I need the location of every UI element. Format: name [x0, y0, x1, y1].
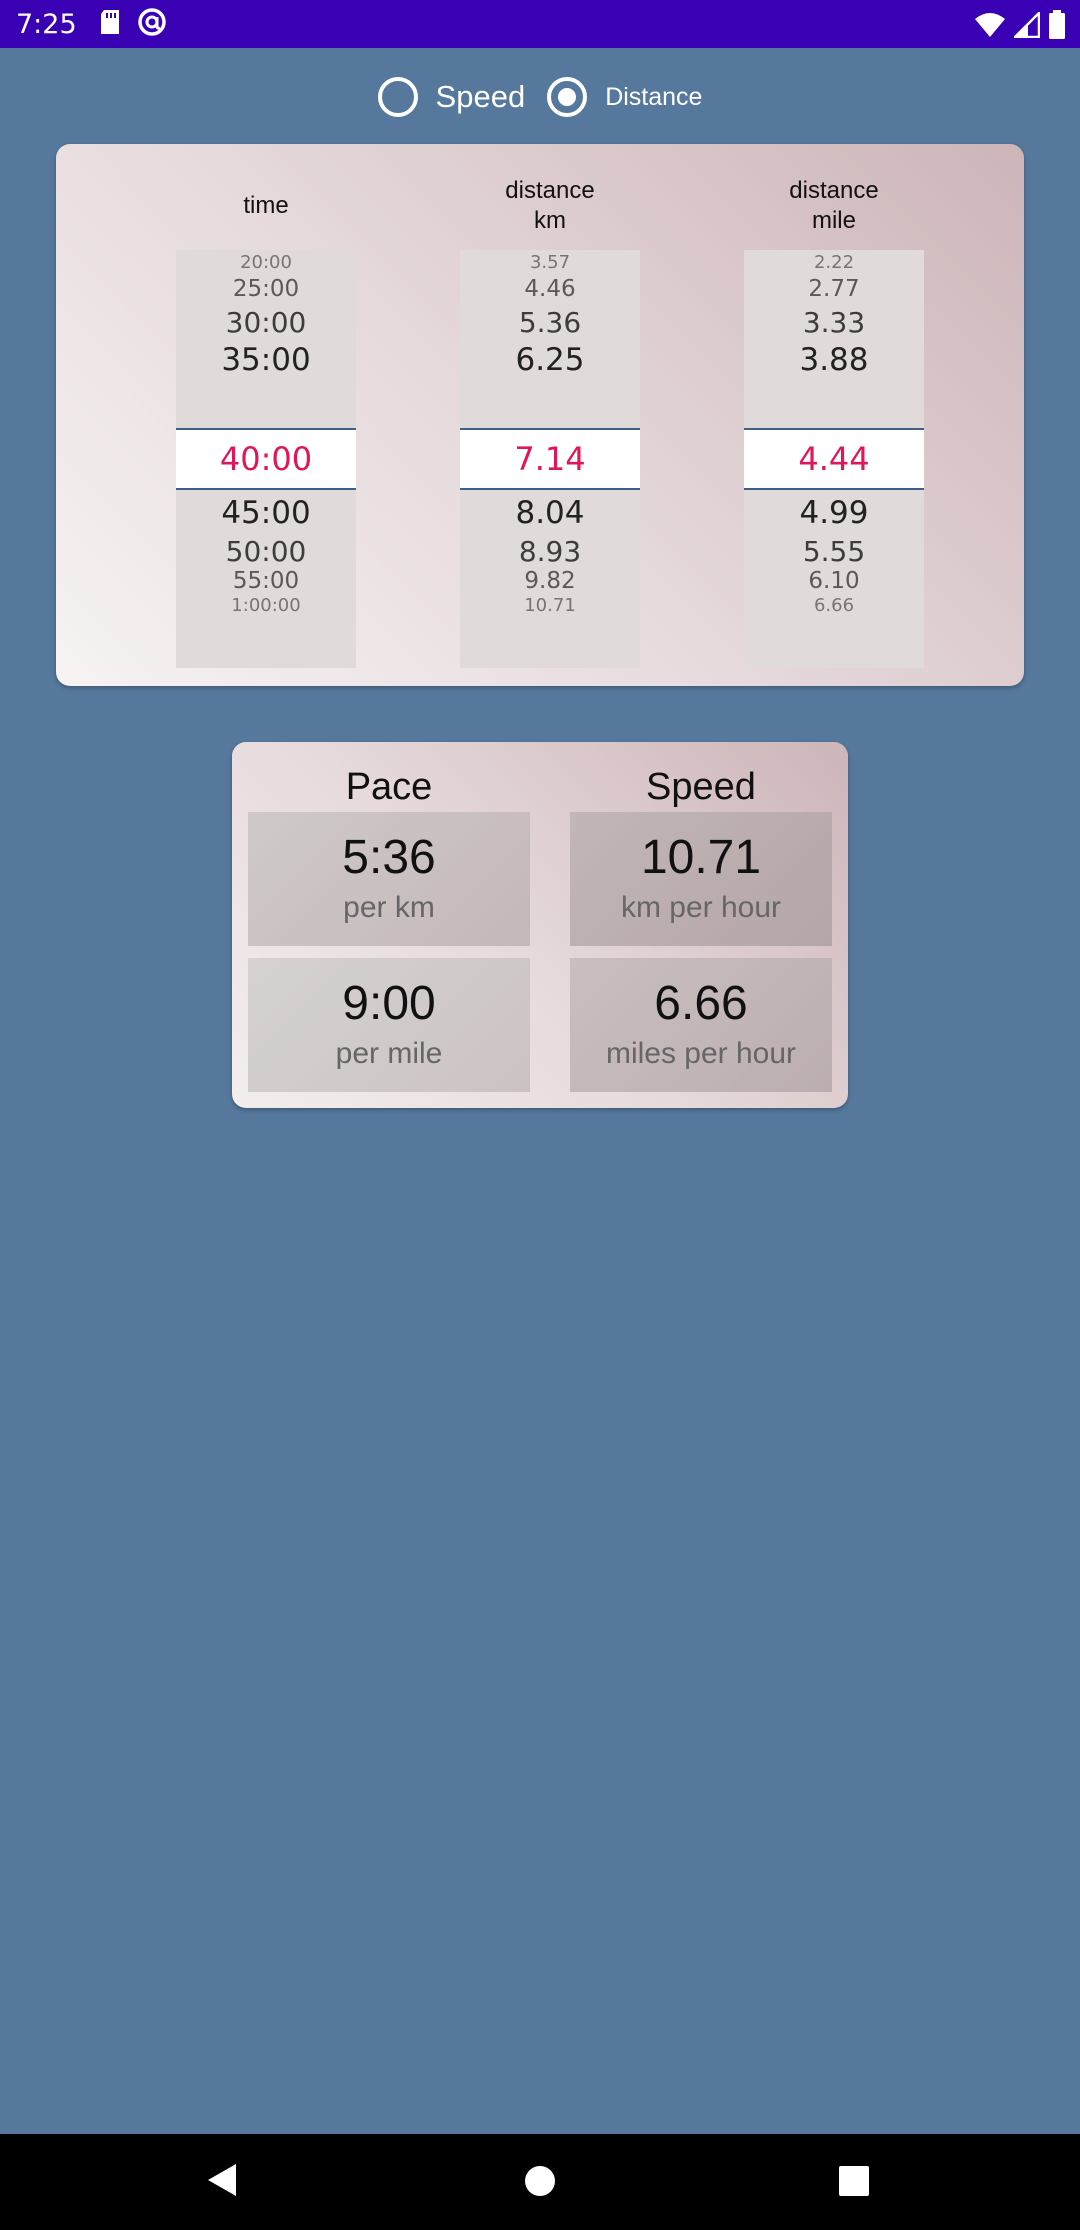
time-picker-wheel[interactable]: 20:00 25:00 30:00 35:00 40:00 45:00 50:00 55:00… [176, 250, 356, 668]
status-bar: 7:25 [0, 0, 1080, 48]
picker-value-below[interactable]: 1:00:00 [176, 595, 356, 616]
speed-km-cell: 10.71 km per hour [570, 812, 832, 946]
signal-icon [1011, 9, 1041, 43]
picker-value-below[interactable]: 5.55 [744, 535, 924, 568]
picker-value-above[interactable]: 6.25 [460, 342, 640, 378]
picker-value-above[interactable]: 3.57 [460, 252, 640, 273]
mile-column-header: distance mile [789, 177, 879, 234]
navigation-bar [0, 2134, 1080, 2230]
results-card: Pace Speed 5:36 per km 10.71 km per hour… [232, 742, 848, 1108]
speed-radio-button[interactable] [377, 77, 418, 117]
home-icon[interactable] [523, 2164, 557, 2203]
picker-value-above[interactable]: 25:00 [176, 276, 356, 302]
picker-value-above[interactable]: 35:00 [176, 342, 356, 378]
picker-value-above[interactable]: 5.36 [460, 306, 640, 339]
speed-mile-unit: miles per hour [605, 1037, 797, 1070]
picker-value-above[interactable]: 3.88 [744, 342, 924, 378]
picker-value-below[interactable]: 50:00 [176, 535, 356, 568]
back-icon[interactable] [206, 2162, 238, 2203]
pace-per-mile-cell: 9:00 per mile [248, 958, 530, 1092]
picker-value-above[interactable]: 4.46 [460, 276, 640, 302]
speed-km-value: 10.71 [640, 831, 762, 884]
km-picker-wheel[interactable]: 3.57 4.46 5.36 6.25 7.14 8.04 8.93 9.82 10.71 [460, 250, 640, 668]
picker-value-below[interactable]: 4.99 [744, 495, 924, 531]
picker-selected-value[interactable]: 4.44 [744, 428, 924, 490]
picker-value-below[interactable]: 55:00 [176, 568, 356, 594]
picker-value-above[interactable]: 3.33 [744, 306, 924, 339]
wifi-icon [974, 12, 1006, 43]
speed-heading: Speed [646, 766, 756, 808]
speed-mile-cell: 6.66 miles per hour [570, 958, 832, 1092]
status-time: 7:25 [16, 8, 77, 40]
picker-value-below[interactable]: 10.71 [460, 595, 640, 616]
picker-value-above[interactable]: 20:00 [176, 252, 356, 273]
picker-value-below[interactable]: 6.10 [744, 568, 924, 594]
at-sign-icon [137, 7, 167, 42]
picker-selected-value[interactable]: 40:00 [176, 428, 356, 490]
pace-heading: Pace [345, 766, 433, 808]
mode-selector: Speed Distance [0, 72, 1080, 122]
picker-value-below[interactable]: 8.93 [460, 535, 640, 568]
pace-per-km-unit: per km [343, 891, 435, 924]
distance-radio-label[interactable]: Distance [605, 83, 702, 112]
speed-radio-option[interactable]: Speed [377, 77, 548, 117]
pace-per-km-value: 5:36 [342, 831, 436, 884]
pace-per-mile-unit: per mile [335, 1037, 443, 1070]
picker-value-below[interactable]: 45:00 [176, 495, 356, 531]
picker-value-below[interactable]: 6.66 [744, 595, 924, 616]
picker-value-above[interactable]: 30:00 [176, 306, 356, 339]
speed-km-unit: km per hour [620, 891, 782, 924]
km-column-header: distance km [505, 177, 595, 234]
mile-picker-wheel[interactable]: 2.22 2.77 3.33 3.88 4.44 4.99 5.55 6.10 6.66 [744, 250, 924, 668]
picker-card: time 20:00 25:00 30:00 35:00 40:00 45:00 50:00… [56, 144, 1024, 686]
picker-selected-value[interactable]: 7.14 [460, 428, 640, 490]
speed-mile-value: 6.66 [654, 977, 748, 1030]
time-column-header: time [243, 192, 289, 219]
picker-value-above[interactable]: 2.77 [744, 276, 924, 302]
recents-icon[interactable] [838, 2165, 870, 2202]
sd-card-icon [99, 9, 121, 40]
picker-value-below[interactable]: 8.04 [460, 495, 640, 531]
distance-radio-option[interactable]: Distance [547, 77, 702, 117]
pace-per-mile-value: 9:00 [342, 977, 436, 1030]
picker-value-above[interactable]: 2.22 [744, 252, 924, 273]
pace-per-km-cell: 5:36 per km [248, 812, 530, 946]
distance-radio-button[interactable] [547, 77, 588, 117]
picker-value-below[interactable]: 9.82 [460, 568, 640, 594]
battery-icon [1048, 10, 1066, 45]
speed-radio-label[interactable]: Speed [436, 79, 526, 115]
